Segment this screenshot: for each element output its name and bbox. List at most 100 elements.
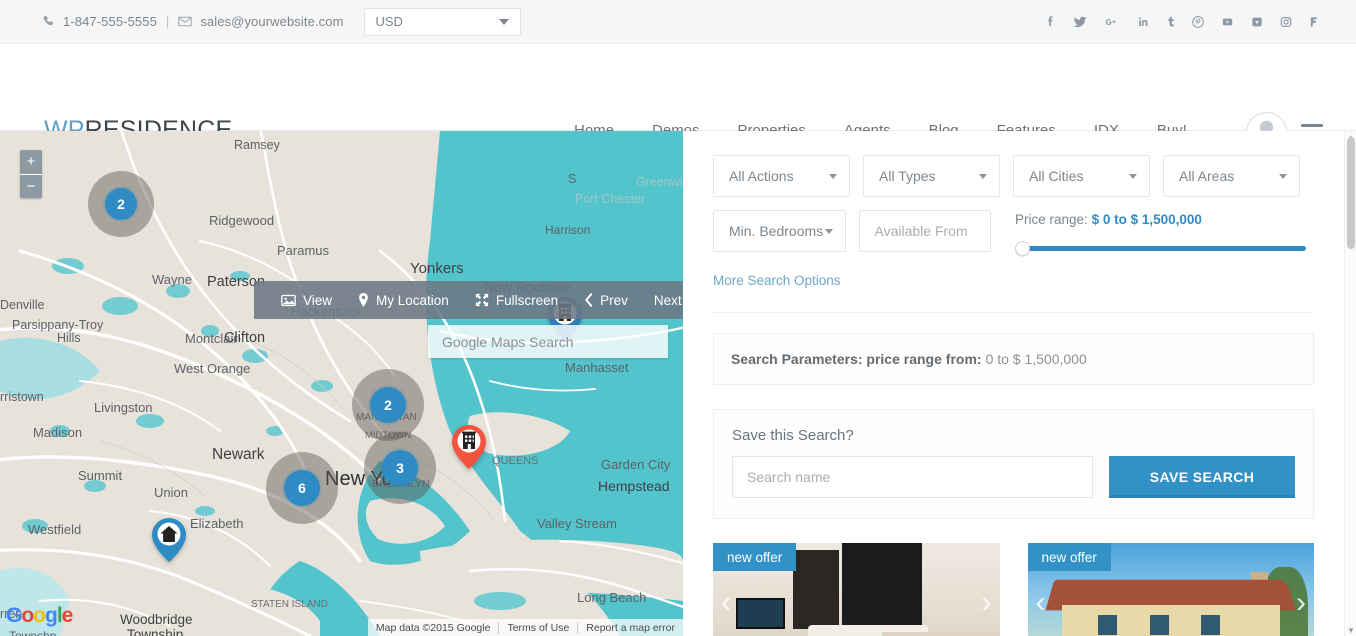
map-zoom-controls[interactable]: + − xyxy=(20,150,42,198)
new-offer-badge: new offer xyxy=(713,543,797,571)
search-parameters-value: 0 to $ 1,500,000 xyxy=(985,351,1087,367)
envelope-icon xyxy=(178,15,193,28)
phone-icon xyxy=(42,15,55,28)
youtube-icon[interactable] xyxy=(1219,14,1236,30)
all-actions-value: All Actions xyxy=(729,168,794,184)
map-cluster-marker[interactable]: 2 xyxy=(352,369,424,441)
google-maps-search-input[interactable]: Google Maps Search xyxy=(428,325,668,358)
google-plus-icon[interactable] xyxy=(1102,14,1122,30)
map-view-button[interactable]: View xyxy=(268,293,345,308)
map-data-credit: Map data ©2015 Google xyxy=(375,621,491,634)
google-watermark: Google xyxy=(6,604,73,627)
phone-number[interactable]: 1-847-555-5555 xyxy=(63,14,157,29)
all-types-value: All Types xyxy=(879,168,936,184)
tumblr-icon[interactable] xyxy=(1164,14,1177,30)
map-toolbar: View My Location Fullscreen Prev Next xyxy=(254,281,683,319)
available-from-input[interactable]: Available From xyxy=(858,210,991,252)
scroll-thumb[interactable] xyxy=(1347,137,1355,249)
topbar-separator: | xyxy=(165,14,170,29)
currency-value: USD xyxy=(375,14,403,29)
price-range-label: Price range: $ 0 to $ 1,500,000 xyxy=(1015,212,1314,227)
expand-icon xyxy=(475,293,489,307)
terms-of-use-link[interactable]: Terms of Use xyxy=(498,621,577,634)
all-actions-select[interactable]: All Actions xyxy=(713,155,850,197)
chevron-down-icon xyxy=(824,228,833,234)
property-cards: new offer ‹ › new offer ‹ › xyxy=(713,543,1314,636)
chevron-down-icon xyxy=(1129,173,1137,179)
instagram-icon[interactable] xyxy=(1278,14,1294,30)
chevron-down-icon xyxy=(1279,173,1287,179)
foursquare-icon[interactable] xyxy=(1307,14,1320,30)
twitter-icon[interactable] xyxy=(1071,14,1089,30)
carousel-next-icon[interactable]: › xyxy=(982,588,992,618)
currency-select[interactable]: USD xyxy=(363,7,521,36)
chevron-down-icon xyxy=(498,18,509,25)
all-areas-select[interactable]: All Areas xyxy=(1163,155,1300,197)
map-cluster-marker[interactable]: 6 xyxy=(266,452,338,524)
new-offer-badge: new offer xyxy=(1027,543,1111,571)
page-root: 1-847-555-5555 | sales@yourwebsite.com U… xyxy=(0,0,1356,636)
vimeo-icon[interactable] xyxy=(1249,14,1265,30)
search-row-2: Min. Bedrooms Available From Price range… xyxy=(713,210,1314,256)
property-card[interactable]: new offer ‹ › xyxy=(1027,543,1314,636)
map-my-location-label: My Location xyxy=(376,292,449,308)
property-card[interactable]: new offer ‹ › xyxy=(713,543,1000,636)
facebook-icon[interactable] xyxy=(1042,14,1058,30)
top-bar: 1-847-555-5555 | sales@yourwebsite.com U… xyxy=(0,0,1356,44)
cluster-count: 3 xyxy=(382,450,418,486)
search-name-input[interactable]: Search name xyxy=(732,456,1093,498)
price-range-value: $ 0 to $ 1,500,000 xyxy=(1091,212,1202,227)
all-cities-select[interactable]: All Cities xyxy=(1013,155,1150,197)
site-header: WPRESIDENCE Home Demos Properties Agents… xyxy=(0,44,1356,153)
map-fullscreen-label: Fullscreen xyxy=(495,292,559,308)
chevron-down-icon xyxy=(829,173,837,179)
save-search-row: Search name SAVE SEARCH xyxy=(732,456,1295,498)
map-fullscreen-button[interactable]: Fullscreen xyxy=(462,293,571,308)
email-address[interactable]: sales@yourwebsite.com xyxy=(200,14,343,29)
carousel-prev-icon[interactable]: ‹ xyxy=(721,588,731,618)
save-search-title: Save this Search? xyxy=(732,427,854,444)
more-search-options-link[interactable]: More Search Options xyxy=(713,273,841,288)
page-scrollbar[interactable]: ▲ ▼ xyxy=(1344,131,1356,636)
map-next-button[interactable]: Next xyxy=(641,293,683,308)
carousel-next-icon[interactable]: › xyxy=(1296,588,1306,618)
map-attribution: Map data ©2015 Google Terms of Use Repor… xyxy=(367,619,683,636)
pinterest-icon[interactable] xyxy=(1190,14,1206,30)
map-cluster-marker[interactable]: 2 xyxy=(88,171,154,237)
cluster-count: 2 xyxy=(370,387,406,423)
social-links xyxy=(1042,14,1356,30)
map-prev-button[interactable]: Prev xyxy=(571,293,641,308)
cluster-count: 2 xyxy=(105,188,137,220)
location-pin-icon xyxy=(358,293,369,307)
map-view-label: View xyxy=(303,292,333,308)
search-parameters-box: Search Parameters: price range from: 0 t… xyxy=(713,333,1314,385)
cluster-count: 6 xyxy=(284,470,320,506)
price-range-slider[interactable] xyxy=(1015,241,1314,256)
price-range-block: Price range: $ 0 to $ 1,500,000 xyxy=(1015,210,1314,256)
image-icon xyxy=(281,294,296,307)
map-next-label: Next xyxy=(653,292,682,308)
map-my-location-button[interactable]: My Location xyxy=(345,293,462,308)
carousel-prev-icon[interactable]: ‹ xyxy=(1036,588,1046,618)
all-types-select[interactable]: All Types xyxy=(863,155,1000,197)
save-search-box: Save this Search? Search name SAVE SEARC… xyxy=(713,409,1314,519)
right-panel: All Actions All Types All Cities All Are… xyxy=(683,131,1344,636)
search-form: All Actions All Types All Cities All Are… xyxy=(683,131,1344,290)
map-pin-building[interactable] xyxy=(452,425,486,470)
chevron-left-icon xyxy=(584,293,593,307)
panel-divider xyxy=(713,312,1314,313)
price-range-text: Price range: xyxy=(1015,212,1088,227)
linkedin-icon[interactable] xyxy=(1135,14,1151,30)
scroll-down-arrow-icon[interactable]: ▼ xyxy=(1345,624,1356,636)
report-map-error-link[interactable]: Report a map error xyxy=(577,621,683,634)
map-area[interactable]: Ramsey Ridgewood Paramus Wayne Paterson Yonke… xyxy=(0,131,683,636)
slider-handle-min[interactable] xyxy=(1015,241,1030,256)
map-pin-home[interactable] xyxy=(152,518,186,563)
chevron-down-icon xyxy=(979,173,987,179)
save-search-button[interactable]: SAVE SEARCH xyxy=(1109,456,1295,498)
search-row-1: All Actions All Types All Cities All Are… xyxy=(713,155,1314,197)
min-bedrooms-select[interactable]: Min. Bedrooms xyxy=(713,210,846,252)
zoom-in-button[interactable]: + xyxy=(20,150,42,175)
zoom-out-button[interactable]: − xyxy=(20,175,42,199)
map-cluster-marker[interactable]: 3 xyxy=(364,432,436,504)
